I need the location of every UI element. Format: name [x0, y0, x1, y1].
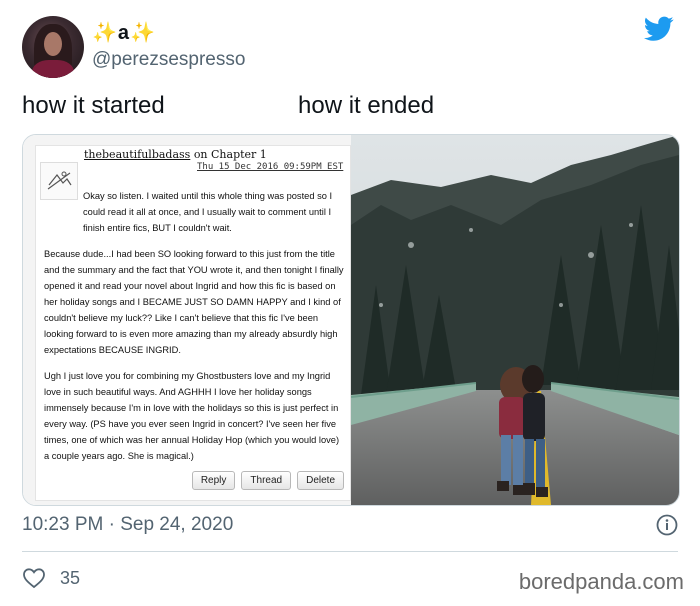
comment-card: thebeautifulbadass on Chapter 1 Thu 15 D…: [35, 145, 351, 501]
tweet-text-started: how it started: [22, 92, 165, 119]
tweet-timestamp[interactable]: 10:23 PM · Sep 24, 2020: [22, 514, 233, 536]
divider: [22, 551, 678, 552]
comment-paragraph: Because dude...I had been SO looking for…: [44, 249, 344, 355]
delete-button[interactable]: Delete: [297, 471, 344, 490]
tweet-media[interactable]: thebeautifulbadass on Chapter 1 Thu 15 D…: [22, 134, 680, 506]
reply-button[interactable]: Reply: [191, 471, 236, 490]
comment-paragraph: Ugh I just love you for combining my Gho…: [44, 371, 340, 461]
like-count: 35: [60, 568, 81, 588]
user-handle[interactable]: @perezsespresso: [92, 49, 245, 71]
tweet-text-ended: how it ended: [298, 92, 435, 119]
tweet-header: ✨a✨ @perezsespresso: [22, 14, 682, 80]
couple-photo[interactable]: [351, 135, 679, 505]
comment-screenshot[interactable]: thebeautifulbadass on Chapter 1 Thu 15 D…: [23, 135, 351, 505]
comment-paragraph: Okay so listen. I waited until this whol…: [83, 191, 333, 233]
comment-actions: Reply Thread Delete: [191, 471, 344, 490]
sparkles-icon: ✨: [92, 22, 118, 44]
heart-icon[interactable]: [22, 567, 46, 589]
comment-body: Okay so listen. I waited until this whol…: [44, 188, 344, 474]
watermark: boredpanda.com: [518, 569, 684, 594]
comment-chapter: on Chapter 1: [193, 148, 267, 161]
comment-header: thebeautifulbadass on Chapter 1: [84, 148, 267, 161]
display-name[interactable]: ✨a✨: [92, 20, 156, 45]
avatar[interactable]: [22, 16, 84, 78]
info-icon[interactable]: [656, 514, 678, 536]
thread-button[interactable]: Thread: [241, 471, 292, 490]
comment-date: Thu 15 Dec 2016 09:59PM EST: [197, 162, 344, 172]
sparkles-icon: ✨: [130, 22, 156, 44]
comment-username: thebeautifulbadass: [84, 148, 191, 161]
twitter-bird-icon: [644, 16, 674, 41]
